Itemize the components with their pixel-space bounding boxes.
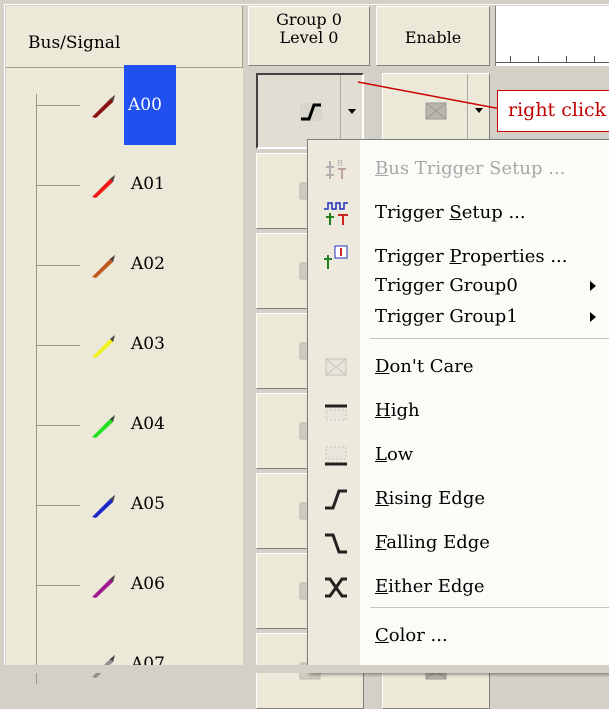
either-edge-icon (325, 577, 347, 598)
trigger-context-menu: B Bus Trigger Setup ... Trigger Setup ... T… (307, 139, 609, 673)
annotation-text: right click (508, 99, 607, 121)
signal-name[interactable]: A00 (124, 65, 176, 145)
signal-row-a00[interactable]: A00 (6, 65, 243, 147)
enable-header-label: Enable (404, 28, 462, 47)
tree-branch (36, 425, 80, 426)
signal-name[interactable]: A04 (127, 409, 169, 439)
enable-column-header[interactable]: Enable (376, 6, 490, 66)
menu-separator (370, 338, 609, 339)
probe-icon (92, 95, 115, 118)
menu-item-label: Color ... (375, 625, 448, 646)
menu-item-bus-trigger-setup[interactable]: B Bus Trigger Setup ... (308, 147, 609, 191)
menu-item-color[interactable]: Color ... (308, 614, 609, 658)
menu-item-trigger-setup[interactable]: Trigger Setup ... (308, 191, 609, 235)
probe-icon (92, 415, 115, 438)
signal-name[interactable]: A02 (127, 249, 169, 279)
tree-branch (36, 345, 80, 346)
signal-row-a05[interactable]: A05 (6, 467, 243, 547)
signal-name[interactable]: A05 (127, 489, 169, 519)
trigger-setup-icon (324, 202, 348, 225)
falling-edge-icon (325, 533, 347, 554)
menu-item-label: Bus Trigger Setup ... (375, 158, 566, 179)
probe-icon (92, 575, 115, 598)
menu-item-label: Trigger Group0 (375, 275, 518, 296)
menu-item-trigger-group0[interactable]: Trigger Group0 (308, 275, 609, 305)
tree-branch (36, 265, 80, 266)
ruler-baseline (496, 62, 609, 63)
tree-branch (36, 505, 80, 506)
group0-level0-column-header[interactable]: Group 0 Level 0 (248, 6, 370, 66)
signal-name[interactable]: A07 (127, 649, 169, 679)
tree-branch (36, 585, 80, 586)
menu-item-label: Don't Care (375, 356, 474, 377)
low-icon (325, 446, 347, 466)
probe-icon (92, 495, 115, 518)
submenu-arrow-icon (590, 312, 596, 322)
menu-item-low[interactable]: Low (308, 433, 609, 477)
ruler-tick (566, 56, 567, 62)
signal-row-a01[interactable]: A01 (6, 147, 243, 227)
menu-item-label: Trigger Setup ... (375, 202, 526, 223)
rising-edge-icon (300, 103, 322, 121)
trigger-condition-cell[interactable] (256, 73, 364, 149)
menu-separator (370, 607, 609, 608)
dont-care-icon (325, 358, 347, 376)
trigger-properties-icon (324, 245, 348, 269)
menu-item-either-edge[interactable]: Either Edge (308, 565, 609, 609)
menu-item-don-t-care[interactable]: Don't Care (308, 345, 609, 389)
menu-item-label: Trigger Group1 (375, 306, 518, 327)
signal-row-a04[interactable]: A04 (6, 387, 243, 467)
ruler-tick (510, 56, 511, 62)
probe-icon (92, 175, 115, 198)
group-header-label: Group 0 Level 0 (276, 10, 342, 47)
signal-row-a02[interactable]: A02 (6, 227, 243, 307)
menu-item-label: Either Edge (375, 576, 485, 597)
probe-icon (92, 335, 115, 358)
menu-item-rising-edge[interactable]: Rising Edge (308, 477, 609, 521)
signal-row-a06[interactable]: A06 (6, 547, 243, 627)
signal-list-panel: Bus/Signal A00 A01 A02 A03 A04 A05 A06 A07 (6, 6, 243, 684)
tree-branch (36, 105, 80, 106)
bus-trigger-icon: B (326, 159, 346, 179)
menu-item-trigger-properties[interactable]: Trigger Properties ... (308, 235, 609, 279)
menu-item-label: High (375, 400, 420, 421)
signal-name[interactable]: A06 (127, 569, 169, 599)
rising-edge-icon (325, 489, 347, 510)
ruler-tick (594, 56, 595, 62)
right-click-annotation: right click (497, 90, 609, 132)
menu-item-high[interactable]: High (308, 389, 609, 433)
submenu-arrow-icon (590, 281, 596, 291)
svg-text:B: B (337, 159, 343, 168)
probe-icon (92, 255, 115, 278)
signal-row-a03[interactable]: A03 (6, 307, 243, 387)
tree-branch (36, 185, 80, 186)
menu-item-trigger-group1[interactable]: Trigger Group1 (308, 306, 609, 336)
menu-item-label: Falling Edge (375, 532, 490, 553)
bottom-edge (0, 665, 609, 673)
menu-item-label: Trigger Properties ... (375, 246, 568, 267)
menu-item-label: Rising Edge (375, 488, 485, 509)
signal-name[interactable]: A01 (127, 169, 169, 199)
ruler-tick (538, 56, 539, 62)
high-icon (325, 404, 347, 421)
menu-item-label: Low (375, 444, 414, 465)
signal-name[interactable]: A03 (127, 329, 169, 359)
bus-signal-header-label: Bus/Signal (28, 33, 121, 53)
timeline-ruler[interactable] (495, 6, 609, 66)
menu-item-falling-edge[interactable]: Falling Edge (308, 521, 609, 565)
bus-signal-column-header[interactable]: Bus/Signal (6, 6, 243, 68)
